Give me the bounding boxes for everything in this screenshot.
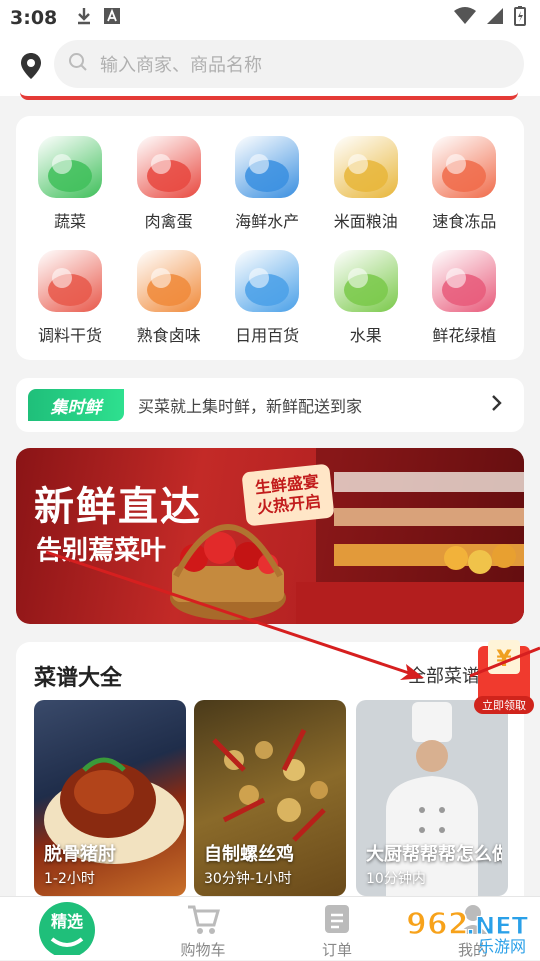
category-grid: 蔬菜 肉禽蛋 海鲜水产 米面粮油 速食冻品调料干货 熟食卤味 日用百货 水果 鲜花绿植 xyxy=(16,116,524,360)
category-item[interactable]: 日用百货 xyxy=(219,234,315,346)
category-label: 速食冻品 xyxy=(432,212,497,231)
flowers-icon xyxy=(432,250,497,312)
tab-orders-label: 订单 xyxy=(321,941,352,959)
category-label: 蔬菜 xyxy=(53,212,86,231)
recipe-section-title: 菜谱大全 xyxy=(34,666,123,691)
location-icon[interactable] xyxy=(16,51,46,81)
svg-text:962: 962 xyxy=(406,907,469,942)
promo-banner[interactable]: 新鲜直达 告别蔫菜叶 生鲜盛宴 火热开启 xyxy=(16,448,524,624)
frozen-food-icon xyxy=(432,136,497,198)
status-time: 3:08 xyxy=(10,7,58,29)
tab-featured-label: 精选 xyxy=(51,912,83,931)
category-label: 鲜花绿植 xyxy=(432,326,497,345)
font-icon xyxy=(103,7,121,29)
site-watermark: 962 .NET 乐游网 xyxy=(404,906,536,956)
recipe-card[interactable]: 自制螺丝鸡 30分钟-1小时 xyxy=(194,700,346,896)
recipe-name: 自制螺丝鸡 xyxy=(204,844,294,865)
recipe-section: 菜谱大全 全部菜谱 脱骨猪肘 1-2小时 自制螺丝鸡 30分钟-1小时 大厨帮帮… xyxy=(16,642,524,898)
seasoning-icon xyxy=(38,250,102,312)
watermark-logo: 962 .NET 乐游网 xyxy=(405,906,529,956)
recipe-card[interactable]: 大厨帮帮帮怎么做 10分钟内 xyxy=(356,700,508,896)
cooked-food-icon xyxy=(136,250,201,312)
search-icon xyxy=(68,52,88,76)
top-bar: 输入商家、商品名称 xyxy=(0,36,540,96)
recipe-card[interactable]: 脱骨猪肘 1-2小时 xyxy=(34,700,186,896)
daily-goods-icon xyxy=(235,250,300,312)
recipe-time: 30分钟-1小时 xyxy=(204,871,292,887)
red-packet-symbol: ¥ xyxy=(496,647,512,672)
category-item[interactable]: 米面粮油 xyxy=(318,120,414,232)
tab-orders[interactable]: 订单 xyxy=(292,897,382,961)
chevron-right-icon xyxy=(490,393,502,418)
battery-icon xyxy=(514,6,526,30)
category-item[interactable]: 肉禽蛋 xyxy=(121,120,217,232)
recipe-time: 10分钟内 xyxy=(366,871,426,887)
category-label: 海鲜水产 xyxy=(235,212,300,231)
wifi-icon xyxy=(454,7,476,29)
svg-text:.NET: .NET xyxy=(466,912,529,940)
vegetables-icon xyxy=(38,136,102,198)
download-icon xyxy=(75,6,93,30)
search-input[interactable]: 输入商家、商品名称 xyxy=(54,40,524,88)
promo-text: 买菜就上集时鲜，新鲜配送到家 xyxy=(138,397,363,416)
grain-oil-icon xyxy=(333,136,398,198)
svg-text:乐游网: 乐游网 xyxy=(478,937,526,956)
category-item[interactable]: 速食冻品 xyxy=(416,120,512,232)
red-packet-button[interactable]: ¥ 立即领取 xyxy=(474,640,534,720)
recipe-time: 1-2小时 xyxy=(44,871,95,887)
category-label: 调料干货 xyxy=(37,326,102,345)
banner-badge: 生鲜盛宴 火热开启 xyxy=(241,463,335,527)
category-item[interactable]: 熟食卤味 xyxy=(121,234,217,346)
status-bar: 3:08 xyxy=(0,0,540,36)
featured-icon: 精选 xyxy=(39,902,95,955)
signal-icon xyxy=(486,7,504,29)
category-label: 日用百货 xyxy=(235,326,300,345)
recipe-name: 脱骨猪肘 xyxy=(44,844,116,865)
category-item[interactable]: 蔬菜 xyxy=(22,120,118,232)
carousel-bottom-edge xyxy=(20,92,518,100)
fruit-icon xyxy=(333,250,398,312)
category-label: 肉禽蛋 xyxy=(144,212,193,231)
orders-icon xyxy=(325,905,349,933)
recipe-image xyxy=(386,702,478,896)
banner-subline: 告别蔫菜叶 xyxy=(36,536,167,566)
category-label: 熟食卤味 xyxy=(136,326,201,345)
cart-icon xyxy=(188,905,220,934)
all-recipes-link[interactable]: 全部菜谱 xyxy=(408,662,480,688)
category-item[interactable]: 水果 xyxy=(318,234,414,346)
seafood-icon xyxy=(235,136,300,198)
category-label: 米面粮油 xyxy=(333,212,398,231)
category-label: 水果 xyxy=(349,326,382,345)
meat-icon xyxy=(136,136,201,198)
search-placeholder: 输入商家、商品名称 xyxy=(100,55,262,76)
category-item[interactable]: 海鲜水产 xyxy=(219,120,315,232)
recipe-name: 大厨帮帮帮怎么做 xyxy=(366,844,502,865)
recipe-image xyxy=(44,757,184,864)
brand-logo: 集时鲜 xyxy=(28,389,124,421)
tab-featured[interactable]: 精选 xyxy=(22,897,112,961)
recipe-image xyxy=(212,728,328,842)
red-packet-icon: ¥ 立即领取 xyxy=(474,640,534,714)
tab-cart[interactable]: 购物车 xyxy=(158,897,248,961)
category-item[interactable]: 调料干货 xyxy=(22,234,118,346)
red-packet-label: 立即领取 xyxy=(482,698,526,712)
tab-cart-label: 购物车 xyxy=(180,941,226,959)
banner-headline: 新鲜直达 xyxy=(34,484,202,530)
category-item[interactable]: 鲜花绿植 xyxy=(416,234,512,346)
promo-strip[interactable]: 集时鲜 买菜就上集时鲜，新鲜配送到家 xyxy=(16,378,524,432)
